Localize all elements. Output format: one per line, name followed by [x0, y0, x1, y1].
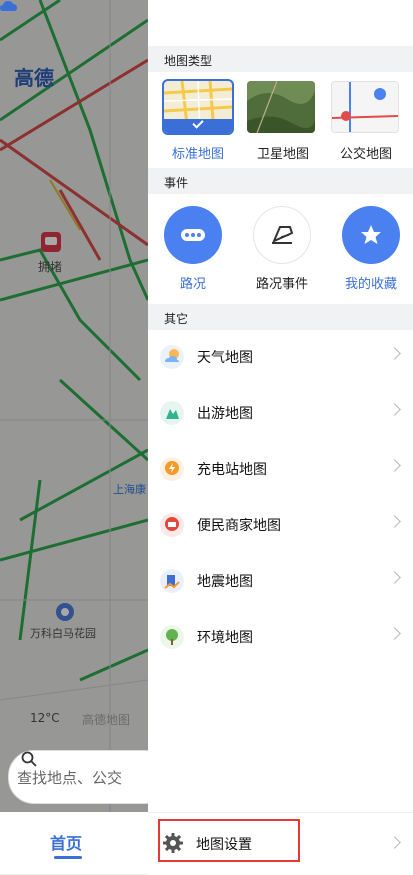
cloud-icon	[0, 1, 17, 11]
chevron-right-icon	[388, 347, 401, 360]
map-layers-panel: 地图类型 标准地图 卫星地图 公交地图 事件 路况 路况事件 我的收藏 其它 天…	[148, 0, 413, 874]
traffic-jam-label: 拥堵	[38, 260, 63, 274]
charging-icon	[160, 457, 184, 481]
section-title: 地图类型	[164, 54, 213, 68]
poi-label: 万科白马花园	[30, 627, 96, 640]
list-item-label: 便民商家地图	[197, 518, 281, 534]
map-brand-label: 高德	[14, 66, 54, 90]
traffic-button[interactable]	[164, 206, 222, 264]
list-item-label: 充电站地图	[197, 462, 267, 478]
chevron-right-icon	[388, 515, 401, 528]
section-title: 事件	[164, 176, 189, 190]
chevron-right-icon	[388, 627, 401, 640]
map-type-label: 卫星地图	[257, 147, 310, 162]
map-settings-label: 地图设置	[196, 837, 252, 853]
poi-label: 上海康	[113, 483, 146, 496]
merchant-icon	[160, 513, 184, 537]
section-header-events: 事件	[148, 168, 413, 194]
list-item-label: 天气地图	[197, 350, 253, 366]
list-item-label: 环境地图	[197, 630, 253, 646]
list-item-travel-map[interactable]: 出游地图	[148, 385, 413, 441]
map-dim-overlay[interactable]	[0, 0, 148, 874]
list-item-earthquake-map[interactable]: 地震地图	[148, 553, 413, 609]
search-bar[interactable]: 查找地点、公交	[8, 750, 148, 804]
list-item-merchant-map[interactable]: 便民商家地图	[148, 497, 413, 553]
gear-icon	[163, 833, 183, 853]
search-placeholder: 查找地点、公交	[17, 768, 123, 787]
map-type-transit[interactable]	[331, 81, 399, 133]
chevron-right-icon	[388, 459, 401, 472]
list-item-label: 出游地图	[197, 406, 253, 422]
map-type-label: 公交地图	[340, 147, 393, 162]
list-item-charging-map[interactable]: 充电站地图	[148, 441, 413, 497]
section-header-other: 其它	[148, 304, 413, 330]
road-event-icon	[272, 226, 294, 244]
travel-icon	[160, 401, 184, 425]
chevron-right-icon	[388, 571, 401, 584]
traffic-icon	[181, 229, 205, 241]
star-icon	[361, 225, 381, 244]
satellite-map-thumbnail	[247, 81, 315, 133]
tab-active-indicator	[54, 856, 82, 859]
favorites-button[interactable]	[342, 206, 400, 264]
search-icon	[21, 751, 37, 767]
map-settings-row[interactable]: 地图设置	[148, 812, 413, 875]
transit-map-thumbnail	[332, 82, 398, 132]
weather-icon	[160, 345, 184, 369]
section-header-map-type: 地图类型	[148, 46, 413, 72]
earthquake-icon	[160, 569, 184, 593]
map-type-standard[interactable]	[162, 79, 234, 135]
tab-home[interactable]: 首页	[50, 830, 82, 854]
event-label: 我的收藏	[345, 277, 398, 292]
event-label: 路况事件	[256, 277, 309, 292]
map-type-label: 标准地图	[172, 147, 225, 162]
temperature-label: 12°C	[30, 711, 60, 725]
road-event-button[interactable]	[253, 206, 311, 264]
list-item-label: 地震地图	[197, 574, 253, 590]
amap-logo: 高德地图	[82, 713, 131, 727]
list-item-weather-map[interactable]: 天气地图	[148, 329, 413, 385]
map-type-satellite[interactable]	[247, 81, 315, 133]
event-label: 路况	[180, 277, 207, 292]
selected-check-icon	[164, 119, 232, 133]
map-view[interactable]: 高德 拥堵 上海康 万科白马花园 12°C 高德地图 查找地点、公交 首页	[0, 0, 148, 874]
environment-icon	[160, 625, 184, 649]
chevron-right-icon	[388, 403, 401, 416]
list-item-environment-map[interactable]: 环境地图	[148, 609, 413, 665]
chevron-right-icon	[388, 836, 401, 849]
section-title: 其它	[164, 312, 189, 326]
